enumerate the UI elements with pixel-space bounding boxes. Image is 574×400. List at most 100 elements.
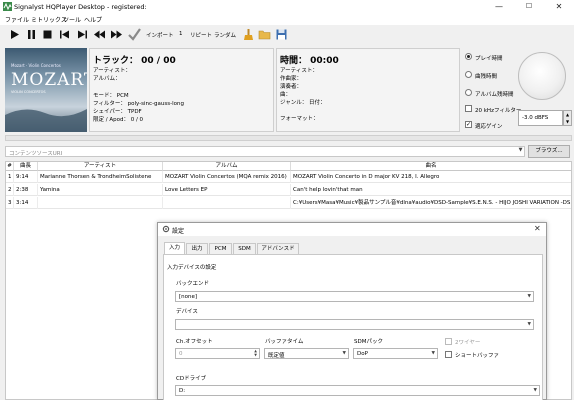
column-header-album[interactable]: アルバム [163, 162, 291, 171]
settings-icon [162, 225, 170, 233]
cd-drive-select[interactable]: D: ▼ [175, 385, 540, 396]
volume-spinner[interactable]: ▲ ▼ [563, 110, 572, 126]
cell-title: Can't help lovin'that man [293, 187, 363, 193]
menu-matrix[interactable]: ミトリックス [31, 15, 67, 24]
ch-offset-spinbox[interactable]: 0 ▲ ▼ [175, 348, 260, 359]
fast-forward-icon[interactable] [110, 28, 123, 41]
cover-subtitle: VIOLIN CONCERTOS [11, 90, 46, 94]
settings-dialog: 設定 ✕ 入力 出力 PCM SDM アドバンスド 入力デバイスの設定 バックエ… [157, 222, 547, 400]
repeat-button[interactable]: リピート [190, 31, 212, 39]
cell-artist: Marianne Thorsen & TrondheimSolistene [38, 171, 163, 183]
cell-length: 9:14 [14, 171, 38, 183]
adaptive-gain-checkbox[interactable]: ✓ [465, 121, 472, 128]
filter-20khz-checkbox[interactable] [465, 105, 472, 112]
short-buffer-checkbox[interactable] [445, 351, 452, 358]
cell-artist [38, 197, 163, 209]
radio-album-remaining[interactable] [465, 89, 472, 96]
column-header-artist[interactable]: アーティスト [38, 162, 163, 171]
cell-index: 2 [6, 184, 14, 196]
filter-label: フィルター： poly-sinc-gauss-long [93, 101, 184, 107]
repeat-count: 1 [179, 31, 183, 37]
section-title: 入力デバイスの設定 [167, 265, 217, 271]
radio-play-time[interactable] [465, 53, 472, 60]
check-icon[interactable] [127, 27, 142, 42]
backend-value: [none] [179, 294, 198, 300]
cover-title: MOZART [11, 70, 87, 90]
dialog-close-button[interactable]: ✕ [534, 224, 541, 233]
seek-bar[interactable] [5, 135, 572, 141]
time-artist-label: アーティスト： [280, 68, 318, 74]
folder-icon[interactable] [258, 28, 271, 41]
radio-album-remaining-label: アルバム残時間 [475, 92, 514, 98]
cell-album [163, 197, 291, 209]
minimize-button[interactable]: — [484, 0, 514, 13]
mode-label: モード： PCM [93, 93, 129, 99]
volume-field[interactable]: -3.0 dBFS [518, 110, 563, 126]
import-button[interactable]: インポート [146, 31, 174, 39]
clear-icon[interactable] [242, 28, 255, 41]
buffer-time-value: 既定値 [268, 353, 285, 359]
sdm-pack-label: SDMパック [354, 339, 383, 345]
cell-title: C:¥Users¥Masa¥Music¥製品サンプル音¥dlna¥audio¥D… [293, 200, 571, 206]
adaptive-gain-label: 適応ゲイン [475, 124, 503, 130]
two-wire-checkbox[interactable] [445, 338, 452, 345]
time-display: 時間： 00:00 [280, 56, 339, 66]
menu-tools[interactable]: ツール [63, 15, 81, 24]
device-select[interactable]: ▼ [175, 319, 534, 330]
play-icon[interactable] [8, 28, 21, 41]
cover-subtitle-top: Mozart · Violin Concertos [11, 63, 61, 68]
cell-title: MOZART Violin Concerto in D major KV 218… [293, 174, 440, 180]
sdm-pack-select[interactable]: DoP ▼ [353, 348, 438, 359]
column-header-title[interactable]: 曲名 [291, 162, 571, 171]
track-album-label: アルバム： [93, 76, 121, 82]
cell-length: 2:38 [14, 184, 38, 196]
column-header-length[interactable]: 曲長 [14, 162, 38, 171]
rewind-icon[interactable] [93, 28, 106, 41]
menu-file[interactable]: ファイル [5, 15, 29, 24]
backend-select[interactable]: [none] ▼ [175, 291, 534, 302]
time-info-panel: 時間： 00:00 アーティスト： 作曲家： 演奏者： 曲： ジャンル： 日付：… [276, 48, 460, 132]
content-uri-input[interactable]: コンテンツソースURI [5, 146, 525, 157]
filter-20khz-label: 20 kHzフィルター [475, 108, 522, 114]
buffer-time-select[interactable]: 既定値 ▼ [264, 348, 349, 359]
song-label: 曲： [280, 92, 292, 98]
close-button[interactable]: ✕ [544, 0, 574, 13]
cell-artist: Yamina [38, 184, 163, 196]
device-label: デバイス [176, 309, 198, 315]
window-title-bar: Signalyst HQPlayer Desktop - registered:… [0, 0, 574, 13]
table-row[interactable]: 2 2:38 Yamina Love Letters EP Can't help… [6, 184, 571, 196]
radio-track-remaining[interactable] [465, 71, 472, 78]
menu-help[interactable]: ヘルプ [84, 15, 102, 24]
cell-index: 3 [6, 197, 14, 209]
stop-icon[interactable] [41, 28, 54, 41]
two-wire-label: 2ワイヤー [455, 340, 481, 346]
app-icon [3, 2, 12, 11]
chevron-down-icon: ▼ [527, 294, 531, 299]
toolbar: インポート 1 リピート ランダム [0, 25, 574, 68]
next-icon[interactable] [76, 28, 89, 41]
ch-offset-label: Ch.オフセット [176, 339, 213, 345]
shaper-label: シェイパー： TPDF [93, 109, 142, 115]
limit-apod-label: 限定 / Apod： 0 / 0 [93, 117, 144, 123]
volume-knob[interactable] [518, 52, 566, 100]
browse-button[interactable]: ブラウズ... [528, 145, 570, 158]
genre-date-label: ジャンル： 日付： [280, 100, 326, 106]
album-cover: Mozart · Violin Concertos MOZART VIOLIN … [5, 48, 87, 132]
cd-drive-value: D: [179, 388, 186, 394]
spinner-arrows-icon: ▲ ▼ [254, 349, 257, 357]
previous-icon[interactable] [58, 28, 71, 41]
dialog-title-bar: 設定 ✕ [158, 223, 546, 236]
random-button[interactable]: ランダム [214, 31, 236, 39]
uri-dropdown-icon[interactable]: ▼ [516, 147, 525, 156]
backend-label: バックエンド [176, 281, 210, 287]
column-header-index[interactable]: # [6, 162, 14, 171]
pause-icon[interactable] [25, 28, 38, 41]
track-counter: トラック： 00 / 00 [93, 56, 176, 66]
menu-bar: ファイル ミトリックス ツール ヘルプ [0, 13, 574, 25]
table-row[interactable]: 3 3:14 C:¥Users¥Masa¥Music¥製品サンプル音¥dlna¥… [6, 197, 571, 209]
composer-label: 作曲家： [280, 76, 303, 82]
table-row[interactable]: 1 9:14 Marianne Thorsen & TrondheimSolis… [6, 171, 571, 183]
chevron-down-icon: ▼ [431, 351, 435, 356]
maximize-button[interactable]: ☐ [514, 0, 544, 13]
save-icon[interactable] [275, 28, 288, 41]
